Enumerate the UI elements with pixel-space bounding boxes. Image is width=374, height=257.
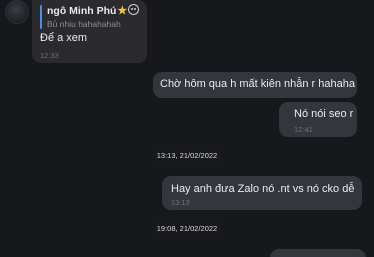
message-text: Hay anh đưa Zalo nó .nt vs nó cko dễ bbox=[171, 183, 355, 195]
message-bubble-outgoing[interactable]: Hay anh đưa Zalo nó .nt vs nó cko dễ 13:… bbox=[162, 176, 362, 210]
quoted-message-text[interactable]: Bủ nhiu hahahahah bbox=[47, 19, 121, 29]
star-icon: ★ bbox=[117, 5, 128, 17]
message-bubble-incoming[interactable]: ngô Minh Phú★ Bủ nhiu hahahahah Để a xem… bbox=[32, 0, 147, 63]
chat-screen: ngô Minh Phú★ Bủ nhiu hahahahah Để a xem… bbox=[0, 0, 374, 257]
message-time: 12:33 bbox=[40, 51, 59, 60]
message-text: Chờ hôm qua h mất kiên nhẫn r hahaha bbox=[160, 78, 355, 90]
message-bubble-outgoing[interactable]: Nó nói seo r 12:41 bbox=[279, 102, 357, 137]
message-text: Nó nói seo r bbox=[294, 108, 354, 120]
message-time: 13:13 bbox=[171, 198, 190, 207]
date-separator-label: 13:13, 21/02/2022 bbox=[152, 150, 222, 161]
sender-name-row: ngô Minh Phú★ bbox=[47, 4, 140, 17]
message-text: Để a xem bbox=[40, 32, 88, 44]
date-separator: 13:13, 21/02/2022 bbox=[0, 150, 374, 161]
sender-name[interactable]: ngô Minh Phú bbox=[47, 5, 116, 17]
message-bubble-outgoing[interactable]: Chờ hôm qua h mất kiên nhẫn r hahaha bbox=[153, 72, 357, 98]
date-separator: 19:08, 21/02/2022 bbox=[0, 223, 374, 234]
message-bubble-outgoing-partial[interactable] bbox=[270, 249, 366, 257]
smiley-face-icon bbox=[128, 4, 140, 15]
date-separator-label: 19:08, 21/02/2022 bbox=[152, 223, 222, 234]
reply-quote-bar bbox=[40, 5, 42, 29]
sender-avatar[interactable] bbox=[5, 0, 29, 24]
message-time: 12:41 bbox=[294, 125, 313, 134]
